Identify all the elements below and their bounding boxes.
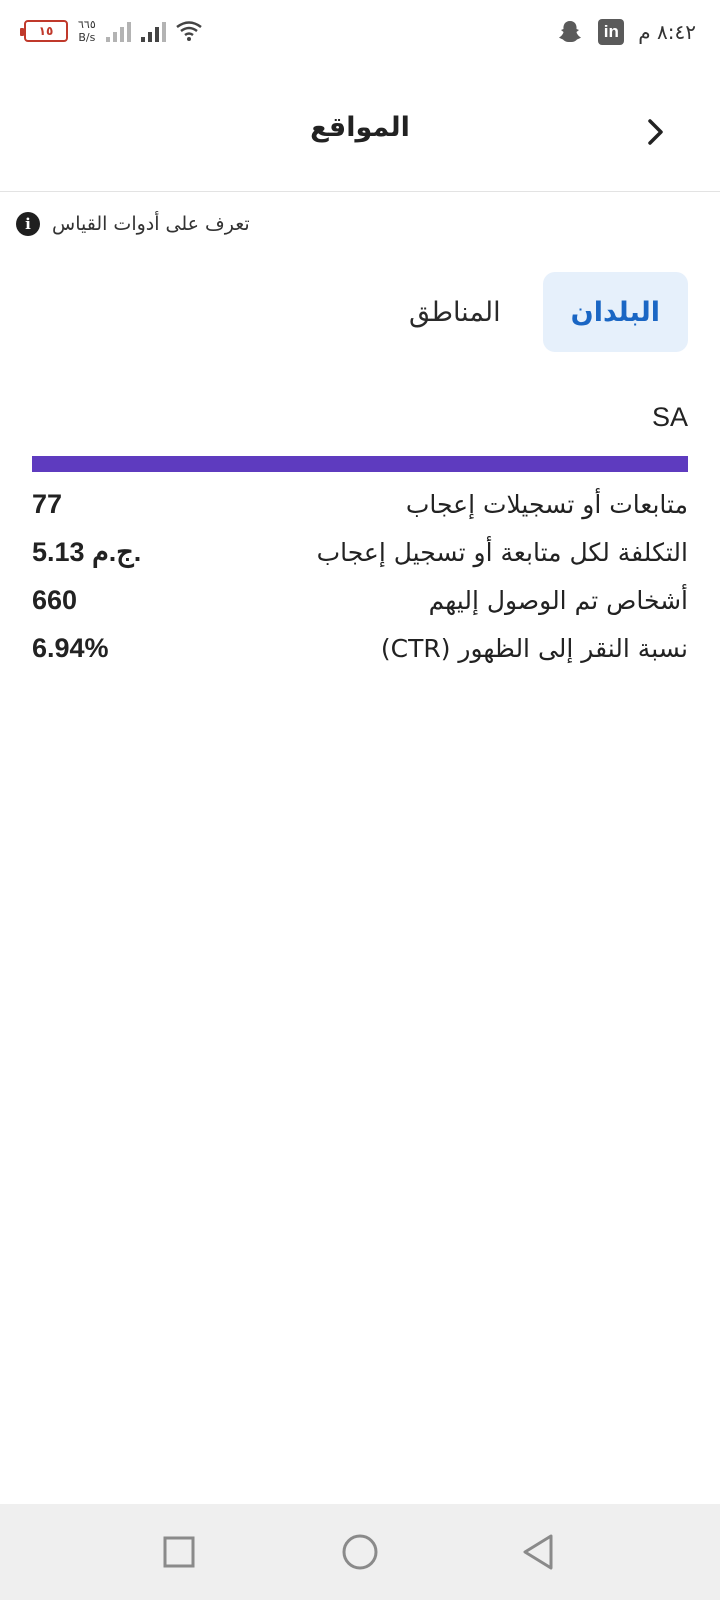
metric-label: متابعات أو تسجيلات إعجاب [405,489,688,519]
metric-value: 77 [32,488,63,519]
metric-label: التكلفة لكل متابعة أو تسجيل إعجاب [316,537,688,567]
circle-icon [342,1534,378,1570]
back-nav-button[interactable] [516,1530,560,1574]
recent-apps-button[interactable] [157,1530,201,1574]
country-bar-fill [32,456,688,472]
metric-label: نسبة النقر إلى الظهور (CTR) [380,633,688,663]
snapchat-icon [559,21,582,42]
status-bar: ١٥ ٦٦٥ B/s in ٨:٤٢ م [0,0,720,72]
square-icon [163,1536,195,1568]
metric-value: 660 [32,584,78,615]
measurement-tools-link[interactable]: تعرف على أدوات القياس i [16,208,706,240]
status-bar-left: ١٥ ٦٦٥ B/s [20,18,202,44]
tab-regions[interactable]: المناطق [381,272,529,352]
metric-row-reach: أشخاص تم الوصول إليهم 660 [32,576,688,624]
metric-row-cost-per-follow: التكلفة لكل متابعة أو تسجيل إعجاب 5.13 ج… [32,528,688,576]
info-icon[interactable]: i [16,212,40,236]
metric-value: 5.13 ج.م. [32,536,142,567]
triangle-back-icon [523,1534,553,1570]
network-speed-value: ٦٦٥ [78,18,96,31]
status-time: ٨:٤٢ م [638,20,696,44]
metric-row-follows: متابعات أو تسجيلات إعجاب 77 [32,480,688,528]
screen: ١٥ ٦٦٥ B/s in ٨:٤٢ م المواقع تعرف على أد… [0,0,720,1600]
chevron-right-icon [648,119,663,145]
home-button[interactable] [338,1530,382,1574]
wifi-icon [175,21,202,41]
metrics-list: متابعات أو تسجيلات إعجاب 77 التكلفة لكل … [32,480,688,672]
country-bar [32,456,688,472]
tab-countries[interactable]: البلدان [542,272,688,352]
system-nav-bar [0,1504,720,1600]
location-tabs: البلدان المناطق [381,272,688,352]
signal-icon-sim2 [140,20,166,42]
battery-level: ١٥ [38,24,54,38]
app-header: المواقع [0,72,720,192]
status-bar-right: in ٨:٤٢ م [556,18,696,46]
network-speed-unit: B/s [78,31,96,44]
linkedin-icon: in [598,19,625,45]
metric-row-ctr: نسبة النقر إلى الظهور (CTR) 6.94% [32,624,688,672]
metric-label: أشخاص تم الوصول إليهم [428,585,688,615]
back-button[interactable] [638,112,674,152]
network-speed: ٦٦٥ B/s [78,18,96,44]
metric-value: 6.94% [32,632,109,663]
measurement-tools-text: تعرف على أدوات القياس [52,213,250,235]
battery-icon: ١٥ [20,20,68,42]
signal-icon-sim1 [105,20,131,42]
country-code: SA [651,402,688,432]
page-title: المواقع [310,112,410,143]
